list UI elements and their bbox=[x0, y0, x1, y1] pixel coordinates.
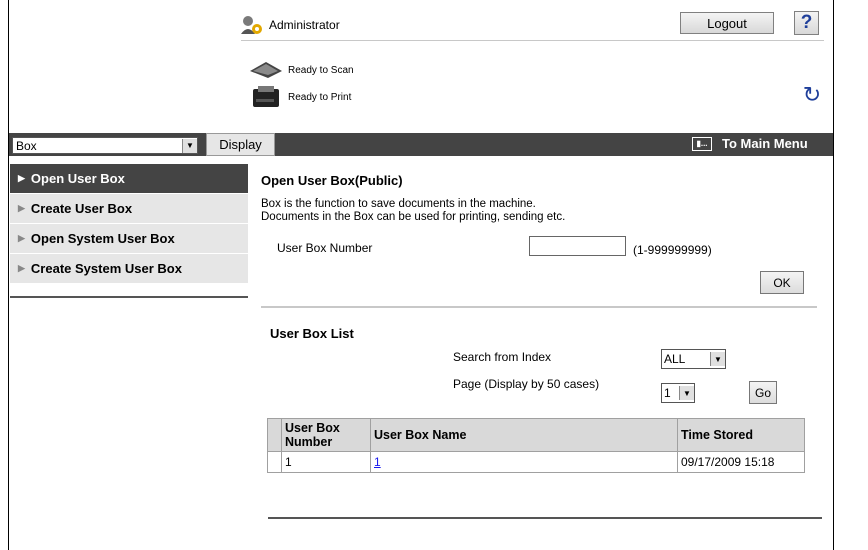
triangle-right-icon: ▶ bbox=[18, 173, 25, 183]
page-label: Page (Display by 50 cases) bbox=[453, 377, 600, 391]
user-box-table: User Box Number User Box Name Time Store… bbox=[267, 418, 805, 473]
section-divider bbox=[261, 306, 817, 308]
sidebar-item-open-system-user-box[interactable]: ▶ Open System User Box bbox=[10, 224, 248, 254]
chevron-down-icon: ▼ bbox=[710, 352, 725, 366]
select-cell bbox=[267, 451, 282, 473]
chevron-down-icon: ▼ bbox=[679, 386, 694, 400]
column-header-name: User Box Name bbox=[370, 418, 678, 452]
status-text: Ready to Print bbox=[288, 91, 352, 103]
chevron-down-icon: ▼ bbox=[182, 138, 197, 153]
box-name-link[interactable]: 1 bbox=[374, 455, 381, 469]
mode-select[interactable]: Box ▼ bbox=[12, 137, 198, 154]
printer-icon bbox=[253, 86, 279, 107]
open-box-title: Open User Box(Public) bbox=[261, 173, 403, 188]
sidebar-divider bbox=[10, 296, 248, 298]
help-button[interactable]: ? bbox=[794, 11, 819, 35]
open-box-desc-2: Documents in the Box can be used for pri… bbox=[261, 211, 566, 223]
user-name: Administrator bbox=[269, 18, 340, 32]
main-menu-label: To Main Menu bbox=[722, 136, 808, 151]
column-header-number: User Box Number bbox=[281, 418, 371, 452]
sidebar-item-create-system-user-box[interactable]: ▶ Create System User Box bbox=[10, 254, 248, 284]
box-number-cell: 1 bbox=[281, 451, 371, 473]
header-divider bbox=[241, 40, 824, 41]
refresh-icon[interactable]: ↻ bbox=[801, 84, 823, 106]
box-name-cell: 1 bbox=[370, 451, 678, 473]
triangle-right-icon: ▶ bbox=[18, 263, 25, 273]
status-text: Ready to Scan bbox=[288, 64, 354, 76]
search-index-select[interactable]: ALL ▼ bbox=[661, 349, 726, 369]
mode-select-value: Box bbox=[16, 138, 37, 153]
administrator-icon bbox=[241, 16, 262, 34]
scanner-icon bbox=[250, 62, 282, 78]
triangle-right-icon: ▶ bbox=[18, 203, 25, 213]
triangle-right-icon: ▶ bbox=[18, 233, 25, 243]
sidebar-item-label: Create System User Box bbox=[30, 261, 182, 276]
sidebar-item-label: Create User Box bbox=[30, 201, 133, 216]
go-button[interactable]: Go bbox=[749, 381, 777, 404]
column-header-time: Time Stored bbox=[677, 418, 805, 452]
page-value: 1 bbox=[664, 386, 671, 400]
status-scan: Ready to Scan bbox=[248, 60, 354, 80]
bottom-divider bbox=[268, 517, 822, 519]
open-box-desc-1: Box is the function to save documents in… bbox=[261, 198, 536, 210]
sidebar-item-create-user-box[interactable]: ▶ Create User Box bbox=[10, 194, 248, 224]
status-print: Ready to Print bbox=[250, 85, 351, 109]
sidebar-item-label: Open User Box bbox=[30, 171, 125, 186]
range-hint: (1-999999999) bbox=[633, 243, 712, 257]
sidebar-item-label: Open System User Box bbox=[30, 231, 175, 246]
main-menu-icon: ▮... bbox=[692, 136, 712, 151]
time-stored-cell: 09/17/2009 15:18 bbox=[677, 451, 805, 473]
ok-button[interactable]: OK bbox=[760, 271, 804, 294]
user-box-number-input[interactable] bbox=[529, 236, 626, 256]
user-box-number-label: User Box Number bbox=[277, 241, 373, 255]
table-row: 1 1 09/17/2009 15:18 bbox=[267, 451, 805, 473]
select-column-header bbox=[267, 418, 282, 452]
table-header-row: User Box Number User Box Name Time Store… bbox=[267, 418, 805, 452]
sidebar-item-open-user-box[interactable]: ▶ Open User Box bbox=[10, 164, 248, 194]
box-list-title: User Box List bbox=[270, 326, 354, 341]
search-index-label: Search from Index bbox=[453, 350, 552, 364]
user-info: Administrator bbox=[241, 15, 340, 35]
search-index-value: ALL bbox=[664, 352, 686, 366]
logout-button[interactable]: Logout bbox=[680, 12, 774, 34]
main-menu-link[interactable]: ▮... To Main Menu bbox=[692, 136, 808, 151]
display-button[interactable]: Display bbox=[206, 133, 275, 156]
page-select[interactable]: 1 ▼ bbox=[661, 383, 695, 403]
